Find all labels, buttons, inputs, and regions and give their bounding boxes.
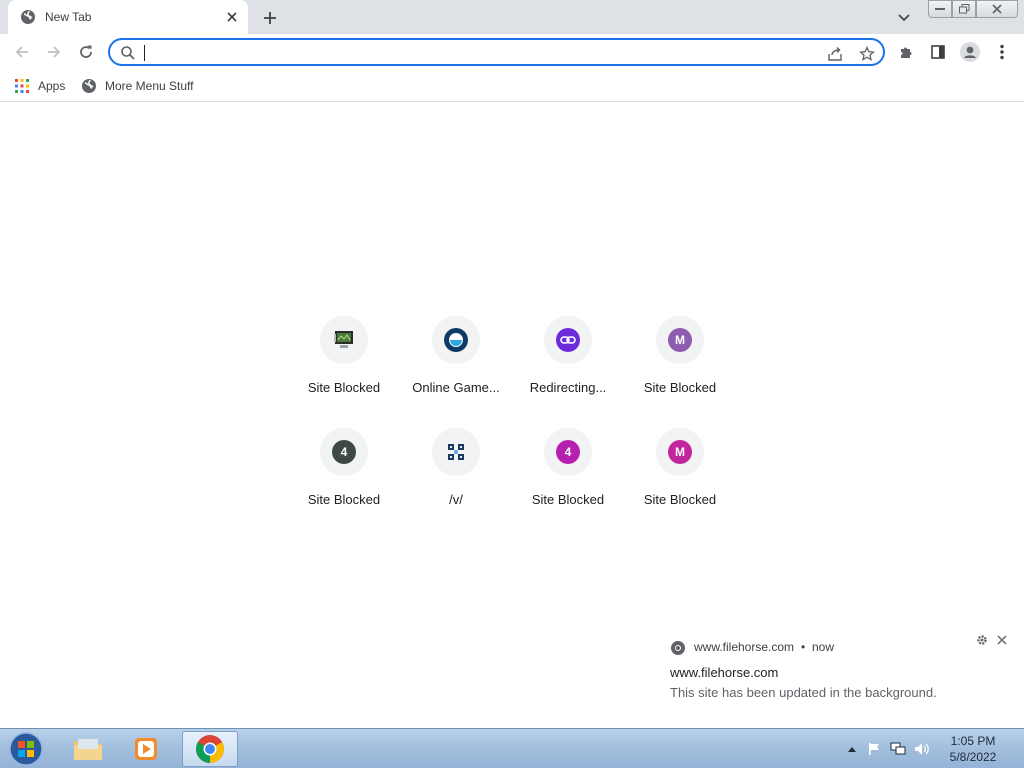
taskbar-clock[interactable]: 1:05 PM 5/8/2022 xyxy=(940,733,1006,765)
bookmarks-bar: Apps More Menu Stuff xyxy=(0,70,1024,102)
minimize-button[interactable] xyxy=(928,0,952,18)
flag-icon[interactable] xyxy=(866,741,882,757)
address-input[interactable] xyxy=(144,43,804,63)
notification-source: www.filehorse.com xyxy=(694,640,795,654)
site-notification[interactable]: www.filehorse.com • now www.filehorse.co… xyxy=(656,628,1024,726)
shortcut-tile[interactable]: 4 Site Blocked xyxy=(288,424,400,536)
window-close-button[interactable] xyxy=(976,0,1018,18)
clover-icon xyxy=(432,428,480,476)
reload-button[interactable] xyxy=(73,39,99,65)
chrome-taskbar-icon[interactable] xyxy=(182,731,238,767)
forward-button[interactable] xyxy=(41,39,67,65)
tab-title: New Tab xyxy=(45,10,92,24)
shortcut-label: Redirecting... xyxy=(529,380,607,395)
notification-separator: • xyxy=(801,640,806,654)
search-icon xyxy=(120,45,136,61)
system-tray xyxy=(844,729,944,768)
shortcut-label: Site Blocked xyxy=(531,492,605,507)
computer-icon xyxy=(320,316,368,364)
globe-icon xyxy=(81,78,97,94)
shortcut-label: Online Game... xyxy=(412,380,500,395)
link-icon xyxy=(556,328,580,352)
address-bar[interactable] xyxy=(108,38,885,66)
shortcut-tile[interactable]: M Site Blocked xyxy=(624,312,736,424)
media-player-icon[interactable] xyxy=(118,731,174,767)
tab-search-chevron-icon[interactable] xyxy=(894,8,914,28)
letter-icon: M xyxy=(668,328,692,352)
file-explorer-icon[interactable] xyxy=(60,731,116,767)
volume-icon[interactable] xyxy=(914,741,930,757)
notification-title: www.filehorse.com xyxy=(670,665,779,680)
bookmark-apps[interactable]: Apps xyxy=(14,76,65,96)
shortcut-label: /v/ xyxy=(449,492,463,507)
clock-time: 1:05 PM xyxy=(950,734,996,748)
notification-time: now xyxy=(812,640,835,654)
network-icon[interactable] xyxy=(890,741,906,757)
clock-date: 5/8/2022 xyxy=(949,750,997,764)
taskbar: 1:05 PM 5/8/2022 xyxy=(0,728,1024,768)
shortcut-tile[interactable]: M Site Blocked xyxy=(624,424,736,536)
extensions-puzzle-icon[interactable] xyxy=(893,39,919,65)
game-ring-icon xyxy=(444,328,468,352)
shortcut-label: Site Blocked xyxy=(307,380,381,395)
bookmark-label: More Menu Stuff xyxy=(105,79,194,93)
share-icon[interactable] xyxy=(824,43,846,65)
shortcut-tile[interactable]: 4 Site Blocked xyxy=(512,424,624,536)
globe-icon xyxy=(20,9,36,25)
shortcut-label: Site Blocked xyxy=(643,380,717,395)
bookmark-star-icon[interactable] xyxy=(856,43,878,65)
profile-avatar-icon[interactable] xyxy=(957,39,983,65)
side-panel-icon[interactable] xyxy=(925,39,951,65)
menu-kebab-icon[interactable] xyxy=(989,39,1015,65)
show-hidden-icons-icon[interactable] xyxy=(844,741,860,757)
shortcut-label: Site Blocked xyxy=(643,492,717,507)
letter-icon: 4 xyxy=(332,440,356,464)
shortcut-tile[interactable]: /v/ xyxy=(400,424,512,536)
shortcut-tile[interactable]: Online Game... xyxy=(400,312,512,424)
shortcut-tile[interactable]: Redirecting... xyxy=(512,312,624,424)
browser-toolbar xyxy=(0,34,1024,70)
chrome-logo-icon xyxy=(670,640,686,656)
close-icon[interactable] xyxy=(994,632,1010,648)
text-caret xyxy=(144,45,145,61)
letter-icon: M xyxy=(668,440,692,464)
back-button[interactable] xyxy=(9,39,35,65)
bookmark-label: Apps xyxy=(38,79,66,93)
restore-button[interactable] xyxy=(952,0,976,18)
shortcut-label: Site Blocked xyxy=(307,492,381,507)
shortcut-tile[interactable]: Site Blocked xyxy=(288,312,400,424)
notification-body: This site has been updated in the backgr… xyxy=(670,685,937,700)
tab-new-tab[interactable]: New Tab xyxy=(8,0,248,34)
close-tab-icon[interactable] xyxy=(222,7,242,27)
gear-icon[interactable] xyxy=(974,632,990,648)
start-button[interactable] xyxy=(6,731,46,767)
letter-icon: 4 xyxy=(556,440,580,464)
new-tab-button[interactable] xyxy=(258,6,282,30)
apps-grid-icon xyxy=(14,78,30,94)
tab-strip: New Tab xyxy=(0,0,1024,34)
bookmark-more-menu-stuff[interactable]: More Menu Stuff xyxy=(81,76,194,96)
